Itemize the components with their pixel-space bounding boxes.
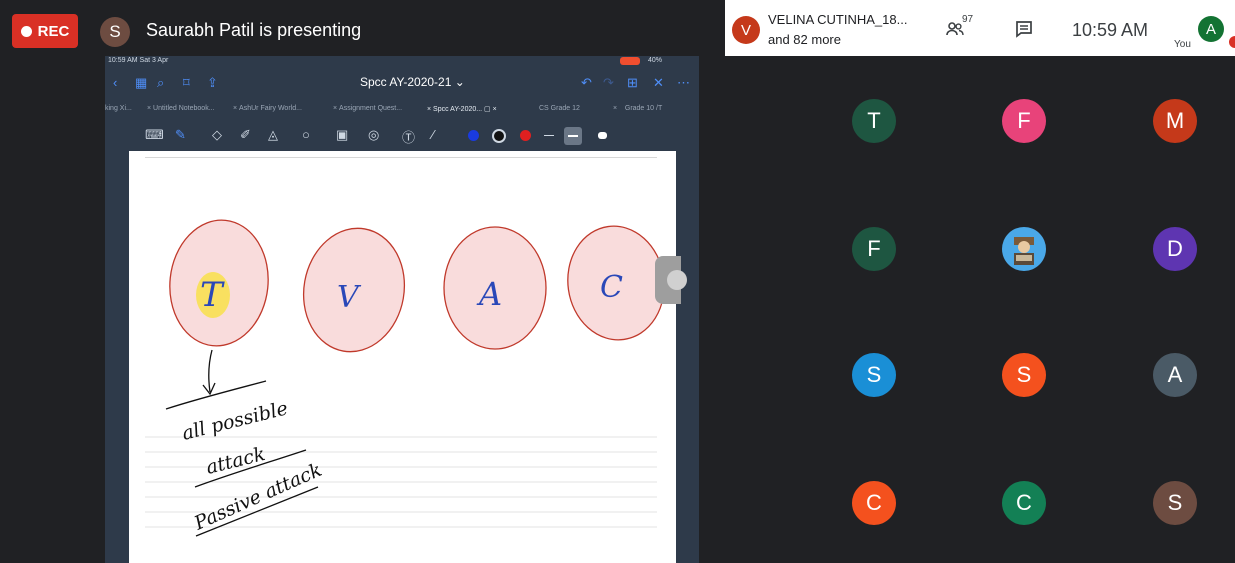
- battery-level: 40%: [648, 57, 663, 64]
- tab-item[interactable]: × AshUr Fairy World...: [233, 105, 302, 112]
- clock: 10:59 AM: [1072, 20, 1149, 40]
- you-label: You: [1174, 39, 1191, 50]
- notification-dot: [1229, 36, 1235, 48]
- undo-icon[interactable]: ↶: [581, 75, 592, 91]
- keyboard-icon[interactable]: ⌨: [145, 127, 164, 143]
- color-black[interactable]: [492, 129, 506, 143]
- tab-label: AshUr Fairy World...: [239, 105, 302, 112]
- tab-label: Assignment Quest...: [339, 105, 403, 112]
- lasso-icon[interactable]: ○: [302, 127, 310, 142]
- recording-indicator: [620, 57, 640, 65]
- color-blue[interactable]: [468, 130, 479, 141]
- rec-label: REC: [37, 22, 70, 40]
- tab-item[interactable]: CS Grade 12: [539, 105, 580, 112]
- chevron-down-icon: ⌄: [454, 75, 465, 89]
- tab-item-active[interactable]: × Spcc AY-2020... ▢ ×: [427, 105, 497, 113]
- participant-tile-avatar[interactable]: F: [852, 227, 896, 271]
- tab-item[interactable]: × Grade 10 /T: [613, 105, 662, 112]
- participant-tile-avatar[interactable]: F: [1002, 99, 1046, 143]
- share-icon[interactable]: ⇪: [207, 75, 218, 91]
- redo-icon[interactable]: ↷: [603, 75, 614, 91]
- center-gutter: [699, 56, 800, 563]
- image-icon[interactable]: ▣: [336, 127, 348, 143]
- grid-icon[interactable]: ▦: [135, 75, 147, 91]
- note-canvas[interactable]: [129, 151, 676, 563]
- color-red[interactable]: [520, 130, 531, 141]
- rec-badge: REC: [12, 14, 78, 48]
- bookmark-icon[interactable]: ⌑: [183, 75, 190, 91]
- search-icon[interactable]: ⌕: [157, 75, 164, 91]
- document-title-text: Spcc AY-2020-21: [360, 75, 452, 89]
- shapes-icon[interactable]: ◬: [268, 127, 278, 143]
- presenter-avatar: S: [100, 17, 130, 47]
- more-icon[interactable]: ⋯: [677, 75, 690, 91]
- handle-knob: [667, 270, 687, 290]
- camera-icon[interactable]: ◎: [368, 127, 379, 143]
- participant-tile-avatar[interactable]: D: [1153, 227, 1197, 271]
- rec-dot-icon: [20, 25, 32, 37]
- document-title[interactable]: Spcc AY-2020-21 ⌄: [360, 75, 465, 89]
- presenter-label: Saurabh Patil is presenting: [146, 20, 362, 40]
- tab-item[interactable]: king Xi...: [105, 105, 132, 112]
- laser-icon[interactable]: ⁄: [432, 127, 434, 142]
- participant-tile-avatar[interactable]: S: [1002, 353, 1046, 397]
- meeting-window: { "top_bar": { "rec_label": "REC", "pres…: [0, 0, 1235, 563]
- left-gutter: [0, 56, 105, 563]
- you-avatar[interactable]: A: [1198, 16, 1224, 42]
- participant-tile-avatar[interactable]: A: [1153, 353, 1197, 397]
- tab-label: Grade 10 /T: [624, 105, 663, 112]
- participant-avatar[interactable]: V: [732, 16, 760, 44]
- chat-icon[interactable]: [1014, 19, 1034, 39]
- tab-bar: king Xi... × Untitled Notebook... × AshU…: [105, 102, 699, 116]
- thick-stroke[interactable]: [598, 132, 607, 139]
- ipad-status-time: 10:59 AM Sat 3 Apr: [108, 57, 169, 64]
- pen-icon[interactable]: ✎: [175, 127, 186, 143]
- canvas-divider: [145, 157, 657, 158]
- scroll-handle[interactable]: [655, 256, 687, 304]
- participant-tile-avatar[interactable]: S: [852, 353, 896, 397]
- participant-more[interactable]: and 82 more: [768, 32, 841, 47]
- medium-stroke[interactable]: [564, 127, 582, 145]
- pencil-icon[interactable]: ✐: [240, 127, 251, 143]
- participant-tile-avatar[interactable]: C: [852, 481, 896, 525]
- close-icon[interactable]: ✕: [653, 75, 664, 91]
- tab-item[interactable]: × Untitled Notebook...: [147, 105, 215, 112]
- text-icon[interactable]: Ⓣ: [402, 127, 415, 146]
- thin-stroke[interactable]: [544, 135, 554, 136]
- eraser-icon[interactable]: ◇: [212, 127, 222, 143]
- tab-label: Untitled Notebook...: [153, 105, 215, 112]
- back-icon[interactable]: ‹: [113, 75, 117, 90]
- participant-tile-avatar[interactable]: T: [852, 99, 896, 143]
- participant-tile-avatar[interactable]: S: [1153, 481, 1197, 525]
- participant-photo-avatar[interactable]: [1002, 227, 1046, 271]
- person-photo-icon: [1014, 237, 1034, 265]
- tab-item[interactable]: × Assignment Quest...: [333, 105, 402, 112]
- add-page-icon[interactable]: ⊞: [627, 75, 638, 91]
- ipad-status-bar: 10:59 AM Sat 3 Apr 40%: [105, 56, 699, 66]
- people-count: 97: [962, 14, 974, 25]
- participant-tile-avatar[interactable]: C: [1002, 481, 1046, 525]
- tab-label: Spcc AY-2020...: [433, 106, 483, 113]
- tool-bar: ⌨ ✎ ◇ ✐ ◬ ○ ▣ ◎ Ⓣ ⁄: [140, 124, 670, 148]
- participant-name[interactable]: VELINA CUTINHA_18...: [768, 12, 907, 27]
- participant-tile-avatar[interactable]: M: [1153, 99, 1197, 143]
